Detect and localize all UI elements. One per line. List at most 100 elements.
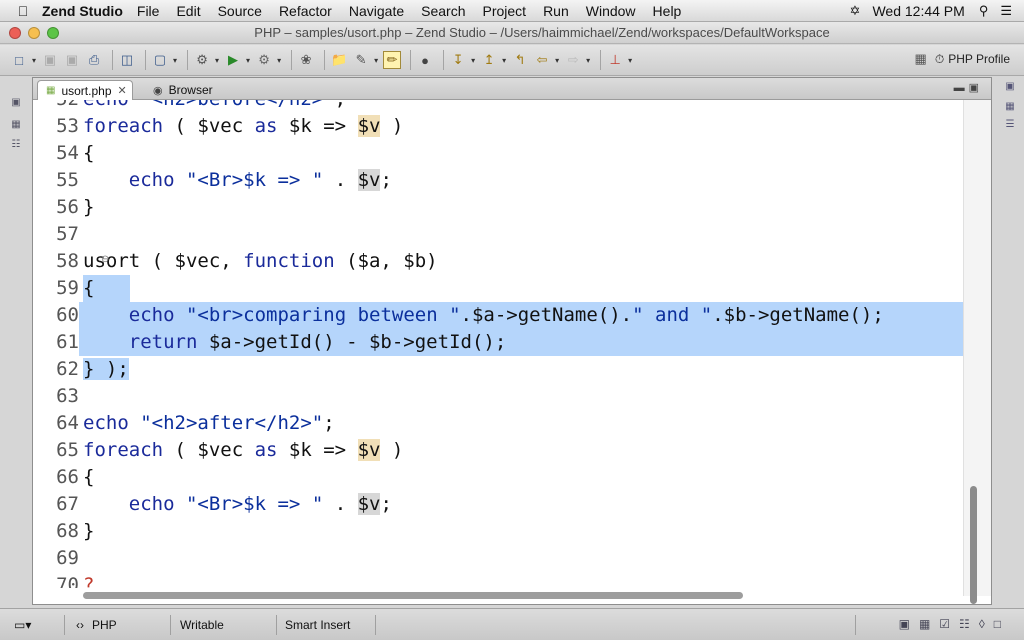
spotlight-search-icon[interactable]: ⚲ bbox=[979, 3, 989, 19]
php-profile-perspective-button[interactable]: PHP Profile bbox=[948, 52, 1010, 66]
php-profile-icon: ⏱ bbox=[934, 51, 945, 66]
code-line: 53 foreach ( $vec as $k => $v ) bbox=[56, 115, 404, 137]
new-icon[interactable]: □ bbox=[10, 51, 28, 69]
vertical-scroll-thumb[interactable] bbox=[970, 486, 977, 604]
close-tab-icon[interactable]: ✕ bbox=[118, 84, 127, 97]
external-tools-dropdown-icon[interactable]: ▾ bbox=[277, 56, 281, 65]
pen-tool-icon[interactable]: ✎ bbox=[352, 51, 370, 69]
previous-annotation-dropdown-icon[interactable]: ▾ bbox=[502, 56, 506, 65]
status-bar: ▭▾ ‹› PHP Writable Smart Insert ▣▦☑☷◊□ bbox=[0, 608, 1024, 640]
language-label: PHP bbox=[92, 618, 117, 632]
back-dropdown-icon[interactable]: ▾ bbox=[555, 56, 559, 65]
language-indicator: ‹› PHP bbox=[76, 616, 117, 634]
code-line: 56} bbox=[56, 196, 95, 218]
open-type-dropdown-icon[interactable]: ▾ bbox=[173, 56, 177, 65]
last-edit-icon[interactable]: ↰ bbox=[511, 51, 529, 69]
editor-minimize-maximize-icons[interactable]: ▬▣ bbox=[954, 81, 983, 94]
status-view-icons[interactable]: ▣▦☑☷◊□ bbox=[899, 617, 1010, 631]
external-tools-icon[interactable]: ⚙ bbox=[255, 51, 273, 69]
code-line-selected: 62} ); bbox=[56, 358, 129, 380]
notification-list-icon[interactable]: ☰ bbox=[1000, 3, 1012, 19]
fast-view-icon[interactable]: ▭▾ bbox=[14, 616, 31, 634]
menu-edit[interactable]: Edit bbox=[176, 3, 200, 19]
code-line: 58 usort ( $vec, function ($a, $b) bbox=[56, 250, 438, 272]
code-chevrons-icon: ‹› bbox=[76, 618, 84, 632]
horizontal-scrollbar[interactable] bbox=[33, 588, 963, 604]
restore-view-icon[interactable]: ▣ bbox=[1003, 81, 1017, 95]
menu-file[interactable]: File bbox=[137, 3, 160, 19]
menu-bar:  Zend Studio File Edit Source Refactor … bbox=[0, 0, 1024, 22]
previous-annotation-icon[interactable]: ↥ bbox=[480, 51, 498, 69]
menu-run[interactable]: Run bbox=[543, 3, 569, 19]
hierarchy-view-icon[interactable]: ☷ bbox=[9, 139, 23, 153]
app-menu[interactable]: Zend Studio bbox=[42, 3, 123, 19]
code-line: 55 echo "<Br>$k => " . $v; bbox=[56, 169, 392, 191]
code-editor[interactable]: 52echo "<h2>before</h2>"; 53foreach ( $v… bbox=[33, 100, 963, 596]
run-dropdown-icon[interactable]: ▾ bbox=[246, 56, 250, 65]
new-project-icon[interactable]: ◫ bbox=[118, 51, 136, 69]
pin-editor-dropdown-icon[interactable]: ▾ bbox=[628, 56, 632, 65]
writable-status: Writable bbox=[180, 618, 224, 632]
outline-view-icon[interactable]: ▦ bbox=[9, 119, 23, 133]
apple-menu-icon[interactable]:  bbox=[12, 3, 34, 19]
menu-help[interactable]: Help bbox=[653, 3, 682, 19]
status-tray-icon[interactable]: ✡ bbox=[850, 3, 861, 19]
browser-globe-icon: ◉ bbox=[153, 84, 163, 97]
right-trim-stack: ▣ ▦ ☰ bbox=[994, 77, 1024, 607]
menu-search[interactable]: Search bbox=[421, 3, 465, 19]
code-line: 68} bbox=[56, 520, 95, 542]
open-type-icon[interactable]: ▢ bbox=[151, 51, 169, 69]
debug-dropdown-icon[interactable]: ▾ bbox=[215, 56, 219, 65]
print-icon[interactable]: ⎙ bbox=[85, 51, 103, 69]
menu-refactor[interactable]: Refactor bbox=[279, 3, 332, 19]
tab-label: usort.php bbox=[61, 83, 112, 98]
run-icon[interactable]: ▶ bbox=[224, 51, 242, 69]
horizontal-scroll-thumb[interactable] bbox=[83, 592, 743, 599]
menu-source[interactable]: Source bbox=[218, 3, 262, 19]
forward-dropdown-icon[interactable]: ▾ bbox=[586, 56, 590, 65]
editor-tab-bar: ▦ usort.php ✕ ◉ Browser ▬▣ bbox=[33, 78, 991, 100]
menubar-clock[interactable]: Wed 12:44 PM bbox=[872, 3, 964, 19]
menu-project[interactable]: Project bbox=[482, 3, 526, 19]
code-line: 63 bbox=[56, 385, 79, 407]
code-line: 67 echo "<Br>$k => " . $v; bbox=[56, 493, 392, 515]
globe-icon[interactable]: ● bbox=[416, 51, 434, 69]
next-annotation-icon[interactable]: ↧ bbox=[449, 51, 467, 69]
main-toolbar: □ ▾ ▣ ▣ ⎙ ◫ ▢ ▾ ⚙ ▾ ▶ ▾ ⚙ ▾ ❀ 📁 ✎ ▾ ✏ ● ↧ ▾ ↥ ▾ … bbox=[0, 45, 1024, 76]
outline-panel-icon[interactable]: ▦ bbox=[1003, 101, 1017, 115]
task-list-icon[interactable]: ☰ bbox=[1003, 119, 1017, 133]
tab-usort-php[interactable]: ▦ usort.php ✕ bbox=[37, 80, 133, 100]
restore-view-icon[interactable]: ▣ bbox=[9, 97, 23, 111]
code-line: 52echo "<h2>before</h2>"; bbox=[33, 100, 963, 113]
back-icon[interactable]: ⇦ bbox=[533, 51, 551, 69]
window-title-bar: PHP – samples/usort.php – Zend Studio – … bbox=[0, 22, 1024, 44]
code-line: 66{ bbox=[56, 466, 95, 488]
highlighter-icon[interactable]: ✏ bbox=[383, 51, 402, 69]
left-trim-stack: ▣ ▦ ☷ bbox=[0, 77, 31, 607]
tab-browser[interactable]: ◉ Browser bbox=[145, 80, 221, 100]
new-dropdown-icon[interactable]: ▾ bbox=[32, 56, 36, 65]
debug-icon[interactable]: ⚙ bbox=[193, 51, 211, 69]
menu-window[interactable]: Window bbox=[586, 3, 636, 19]
fold-collapse-icon[interactable]: ⊖ bbox=[101, 254, 109, 265]
profile-icon[interactable]: ❀ bbox=[297, 51, 315, 69]
save-all-icon[interactable]: ▣ bbox=[63, 51, 81, 69]
pin-editor-icon[interactable]: ⊥ bbox=[606, 51, 624, 69]
vertical-scrollbar[interactable] bbox=[963, 100, 991, 604]
editor-area: ▦ usort.php ✕ ◉ Browser ▬▣ 52echo "<h2>b… bbox=[32, 77, 992, 605]
window-title: PHP – samples/usort.php – Zend Studio – … bbox=[254, 25, 830, 40]
menu-navigate[interactable]: Navigate bbox=[349, 3, 404, 19]
code-line-selected: 60 echo "<br>comparing between ".$a->get… bbox=[33, 302, 963, 329]
forward-icon[interactable]: ⇨ bbox=[564, 51, 582, 69]
next-annotation-dropdown-icon[interactable]: ▾ bbox=[471, 56, 475, 65]
tab-label: Browser bbox=[168, 83, 213, 97]
open-perspective-icon[interactable]: ▦ bbox=[915, 51, 927, 67]
insert-mode-status: Smart Insert bbox=[285, 618, 351, 632]
code-line: 69 bbox=[56, 547, 79, 569]
perspective-switcher: ▦ ⏱ PHP Profile bbox=[915, 51, 1010, 67]
open-folder-icon[interactable]: 📁 bbox=[330, 51, 348, 69]
save-icon[interactable]: ▣ bbox=[41, 51, 59, 69]
pen-tool-dropdown-icon[interactable]: ▾ bbox=[374, 56, 378, 65]
php-file-icon: ▦ bbox=[46, 85, 56, 96]
code-line: 65 foreach ( $vec as $k => $v ) bbox=[56, 439, 404, 461]
